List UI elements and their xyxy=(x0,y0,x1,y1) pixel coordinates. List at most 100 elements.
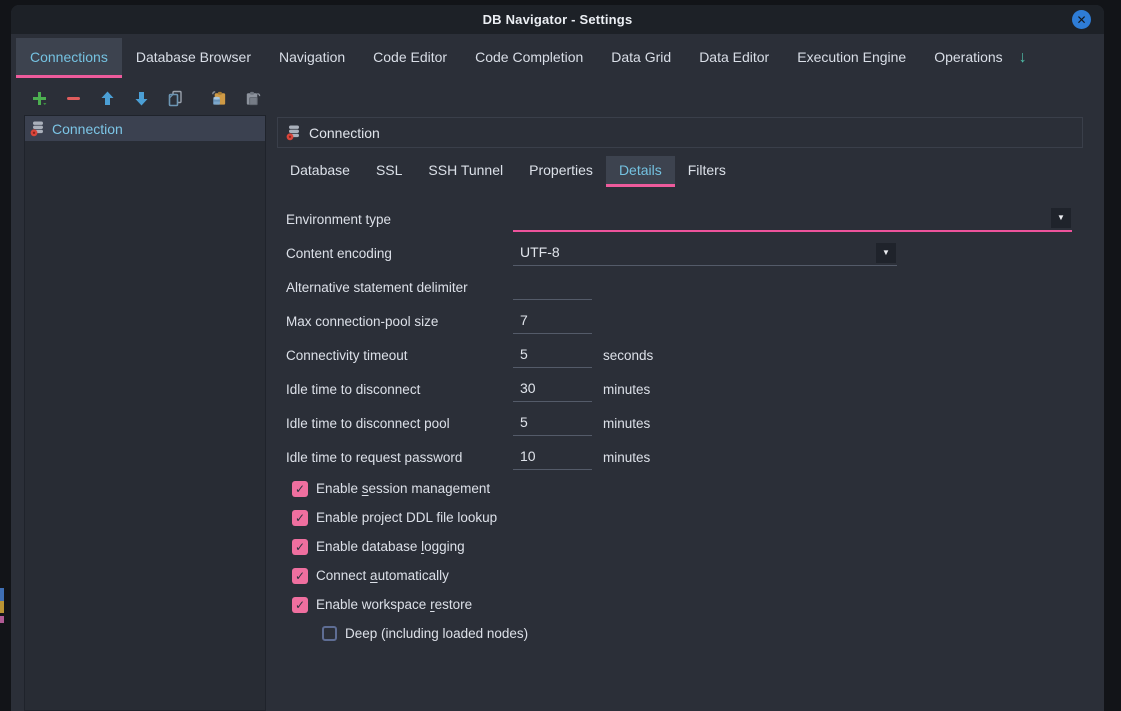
enable-project-ddl-file-lookup-checkbox[interactable]: ✓ xyxy=(292,510,308,526)
alternative-statement-delimiter-label: Alternative statement delimiter xyxy=(286,280,513,295)
background-code-artifact xyxy=(0,616,4,623)
idle-time-disconnect-pool-unit: minutes xyxy=(603,416,650,431)
idle-time-disconnect-pool-label: Idle time to disconnect pool xyxy=(286,416,513,431)
minus-icon xyxy=(64,89,83,108)
connectivity-timeout-value: 5 xyxy=(513,343,592,366)
enable-database-logging-label: Enable database logging xyxy=(316,539,465,554)
remove-connection-button[interactable] xyxy=(64,89,83,108)
idle-time-request-password-unit: minutes xyxy=(603,450,650,465)
connect-automatically-checkbox[interactable]: ✓ xyxy=(292,568,308,584)
idle-time-disconnect-unit: minutes xyxy=(603,382,650,397)
content-encoding-label: Content encoding xyxy=(286,246,513,261)
form-row: Alternative statement delimiter xyxy=(286,270,1121,304)
paste-connection-from-clipboard-button[interactable] xyxy=(209,89,228,108)
title-bar: DB Navigator - Settings ✕ xyxy=(11,5,1104,34)
check-icon: ✓ xyxy=(295,569,305,583)
form-row: Max connection-pool size 7 xyxy=(286,304,1121,338)
connection-list-panel: Connection xyxy=(24,115,266,711)
form-row: Idle time to disconnect pool 5 minutes xyxy=(286,406,1121,440)
connection-subtab-bar: Database SSL SSH Tunnel Properties Detai… xyxy=(277,156,739,187)
form-row: Content encoding UTF-8 ▼ xyxy=(286,236,1121,270)
connectivity-timeout-label: Connectivity timeout xyxy=(286,348,513,363)
details-form: Environment type ▼ Content encoding UTF-… xyxy=(286,202,1121,648)
tab-navigation[interactable]: Navigation xyxy=(265,38,359,78)
form-row: Idle time to request password 10 minutes xyxy=(286,440,1121,474)
idle-time-disconnect-label: Idle time to disconnect xyxy=(286,382,513,397)
subtab-details[interactable]: Details xyxy=(606,156,675,187)
checkbox-row: ✓ Enable workspace restore xyxy=(286,590,1121,619)
alternative-statement-delimiter-input[interactable] xyxy=(513,275,592,300)
tab-code-editor[interactable]: Code Editor xyxy=(359,38,461,78)
enable-workspace-restore-label: Enable workspace restore xyxy=(316,597,472,612)
move-up-button[interactable] xyxy=(98,89,117,108)
content-encoding-value: UTF-8 xyxy=(513,241,897,264)
check-icon: ✓ xyxy=(295,598,305,612)
plus-icon xyxy=(30,89,49,108)
form-row: Connectivity timeout 5 seconds xyxy=(286,338,1121,372)
paste-button[interactable] xyxy=(243,89,262,108)
max-connection-pool-size-input[interactable]: 7 xyxy=(513,309,592,334)
database-icon xyxy=(285,124,302,141)
close-button[interactable]: ✕ xyxy=(1072,10,1091,29)
subtab-properties[interactable]: Properties xyxy=(516,156,606,187)
duplicate-connection-button[interactable] xyxy=(166,89,185,108)
paste-icon xyxy=(243,89,262,108)
window-title: DB Navigator - Settings xyxy=(483,12,633,27)
tab-code-completion[interactable]: Code Completion xyxy=(461,38,597,78)
settings-tab-bar: Connections Database Browser Navigation … xyxy=(16,38,1102,78)
tab-operations[interactable]: Operations xyxy=(920,38,1016,78)
tab-data-grid[interactable]: Data Grid xyxy=(597,38,685,78)
enable-database-logging-checkbox[interactable]: ✓ xyxy=(292,539,308,555)
copy-icon xyxy=(166,89,185,108)
idle-time-disconnect-pool-value: 5 xyxy=(513,411,592,434)
idle-time-request-password-input[interactable]: 10 xyxy=(513,445,592,470)
form-row: Idle time to disconnect 30 minutes xyxy=(286,372,1121,406)
connectivity-timeout-unit: seconds xyxy=(603,348,653,363)
idle-time-disconnect-pool-input[interactable]: 5 xyxy=(513,411,592,436)
dropdown-arrow-icon[interactable]: ▼ xyxy=(876,243,896,263)
tab-execution-engine[interactable]: Execution Engine xyxy=(783,38,920,78)
deep-restore-label: Deep (including loaded nodes) xyxy=(345,626,528,641)
connect-automatically-label: Connect automatically xyxy=(316,568,449,583)
environment-type-dropdown[interactable]: ▼ xyxy=(513,207,1072,232)
connection-list-toolbar xyxy=(30,84,262,112)
connection-header: Connection xyxy=(277,117,1083,148)
tab-database-browser[interactable]: Database Browser xyxy=(122,38,265,78)
connection-settings-panel: Connection Database SSL SSH Tunnel Prope… xyxy=(267,115,1104,711)
background-code-artifact xyxy=(0,601,4,613)
add-connection-button[interactable] xyxy=(30,89,49,108)
tab-overflow-arrow-icon[interactable]: ↓ xyxy=(1019,38,1027,78)
idle-time-request-password-value: 10 xyxy=(513,445,592,468)
paste-database-icon xyxy=(209,89,228,108)
enable-session-management-checkbox[interactable]: ✓ xyxy=(292,481,308,497)
idle-time-disconnect-input[interactable]: 30 xyxy=(513,377,592,402)
close-icon: ✕ xyxy=(1076,13,1086,27)
dropdown-arrow-icon[interactable]: ▼ xyxy=(1051,208,1071,228)
subtab-filters[interactable]: Filters xyxy=(675,156,739,187)
connection-item-label: Connection xyxy=(52,121,123,137)
tab-data-editor[interactable]: Data Editor xyxy=(685,38,783,78)
connection-header-label: Connection xyxy=(309,125,380,141)
database-icon xyxy=(29,120,46,137)
settings-dialog: DB Navigator - Settings ✕ Connections Da… xyxy=(11,5,1104,711)
background-code-artifact xyxy=(0,588,4,601)
checkbox-row: ✓ Enable database logging xyxy=(286,532,1121,561)
subtab-ssl[interactable]: SSL xyxy=(363,156,415,187)
subtab-database[interactable]: Database xyxy=(277,156,363,187)
deep-restore-checkbox[interactable] xyxy=(322,626,337,641)
environment-type-label: Environment type xyxy=(286,212,513,227)
checkbox-row: ✓ Enable project DDL file lookup xyxy=(286,503,1121,532)
enable-project-ddl-file-lookup-label: Enable project DDL file lookup xyxy=(316,510,497,525)
connectivity-timeout-input[interactable]: 5 xyxy=(513,343,592,368)
check-icon: ✓ xyxy=(295,511,305,525)
tab-connections[interactable]: Connections xyxy=(16,38,122,78)
move-down-button[interactable] xyxy=(132,89,151,108)
content-encoding-dropdown[interactable]: UTF-8 ▼ xyxy=(513,241,897,266)
connection-list-item[interactable]: Connection xyxy=(25,116,265,141)
enable-workspace-restore-checkbox[interactable]: ✓ xyxy=(292,597,308,613)
arrow-down-icon xyxy=(132,89,151,108)
idle-time-disconnect-value: 30 xyxy=(513,377,592,400)
subtab-ssh-tunnel[interactable]: SSH Tunnel xyxy=(415,156,516,187)
form-row: Environment type ▼ xyxy=(286,202,1121,236)
check-icon: ✓ xyxy=(295,482,305,496)
